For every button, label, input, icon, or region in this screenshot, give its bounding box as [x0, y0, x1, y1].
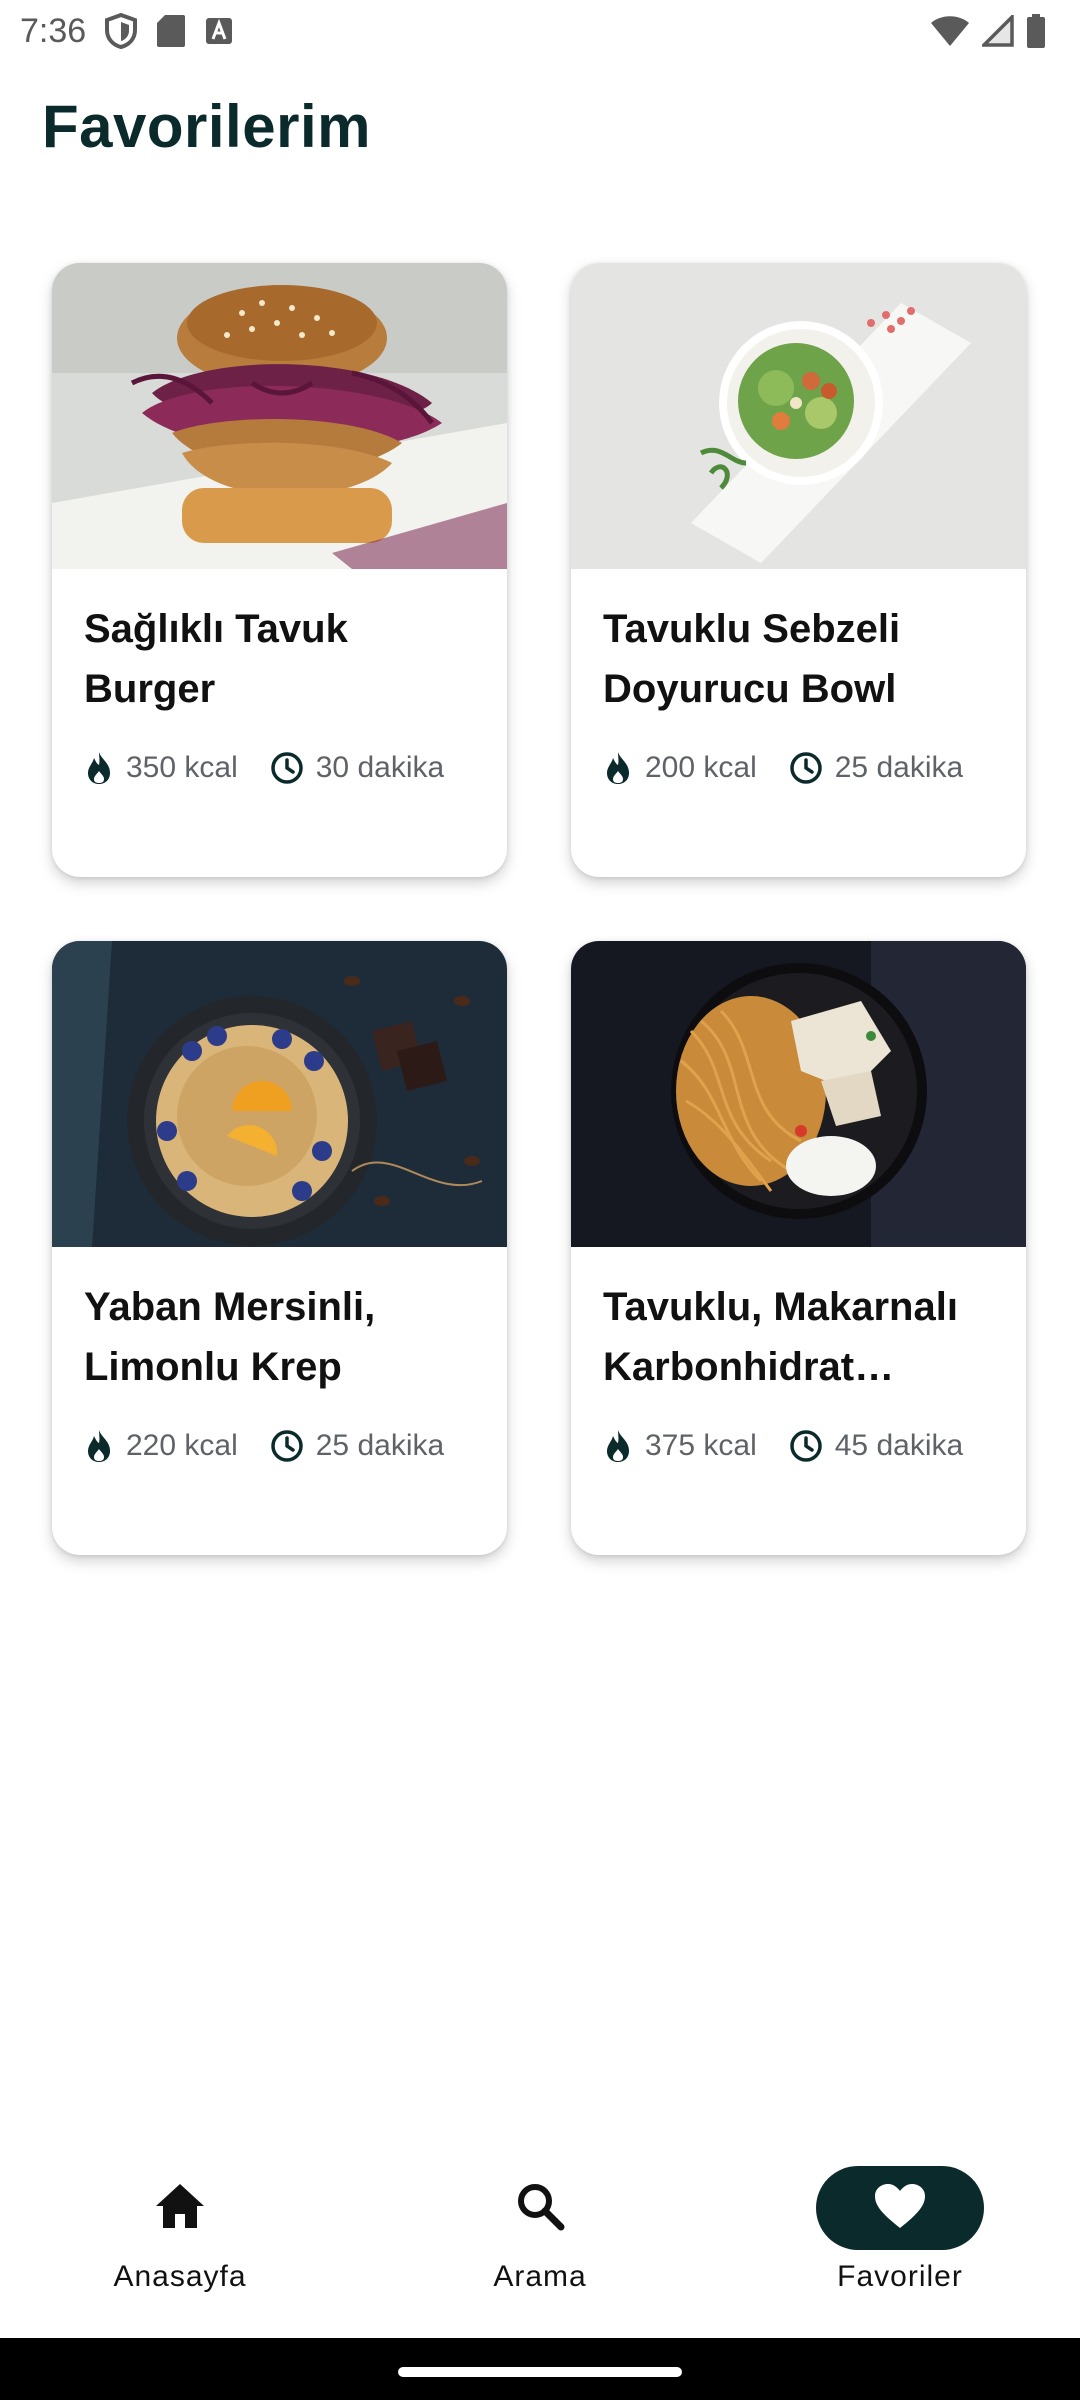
duration-text: 25 dakika	[834, 751, 964, 784]
favorites-grid: Sağlıklı Tavuk Burger 350 kcal 30 dakika	[52, 263, 1027, 1555]
recipe-image	[52, 263, 507, 569]
sd-card-icon	[156, 14, 186, 48]
calories-info: 200 kcal	[603, 751, 757, 785]
recipe-meta: 375 kcal 45 dakika	[603, 1429, 994, 1463]
recipe-card[interactable]: Tavuklu, Makarnalı Karbonhidrat Deposu 3…	[571, 941, 1026, 1555]
search-icon	[515, 2181, 565, 2236]
duration-text: 30 dakika	[315, 751, 445, 784]
duration-text: 45 dakika	[834, 1429, 964, 1462]
duration-info: 25 dakika	[270, 1429, 444, 1463]
keyboard-a-icon	[204, 16, 234, 46]
recipe-title: Sağlıklı Tavuk Burger	[84, 607, 348, 711]
nav-icon-container	[816, 2166, 984, 2250]
recipe-meta: 350 kcal 30 dakika	[84, 751, 475, 785]
status-bar: 7:36	[0, 0, 1080, 62]
recipe-card[interactable]: Yaban Mersinli, Limonlu Krep 220 kcal 25…	[52, 941, 507, 1555]
recipe-card[interactable]: Tavuklu Sebzeli Doyurucu Bowl 200 kcal 2…	[571, 263, 1026, 877]
calories-text: 350 kcal	[126, 751, 238, 784]
heart-icon	[873, 2182, 927, 2235]
nav-label: Anasayfa	[113, 2260, 247, 2293]
battery-icon	[1026, 14, 1046, 48]
recipe-title: Tavuklu Sebzeli Doyurucu Bowl	[603, 607, 901, 711]
calories-text: 375 kcal	[645, 1429, 757, 1462]
page-title: Favorilerim	[42, 93, 371, 160]
wifi-icon	[930, 15, 970, 47]
recipe-meta: 200 kcal 25 dakika	[603, 751, 994, 785]
nav-icon-container	[96, 2166, 264, 2250]
recipe-card[interactable]: Sağlıklı Tavuk Burger 350 kcal 30 dakika	[52, 263, 507, 877]
flame-icon	[603, 1429, 633, 1463]
nav-icon-container	[456, 2166, 624, 2250]
shield-icon	[104, 13, 138, 49]
calories-text: 200 kcal	[645, 751, 757, 784]
recipe-card-body: Tavuklu Sebzeli Doyurucu Bowl 200 kcal 2…	[571, 569, 1026, 785]
recipe-card-body: Tavuklu, Makarnalı Karbonhidrat Deposu 3…	[571, 1247, 1026, 1463]
recipe-image	[571, 263, 1026, 569]
recipe-card-body: Sağlıklı Tavuk Burger 350 kcal 30 dakika	[52, 569, 507, 785]
nav-item-search[interactable]: Arama	[390, 2166, 690, 2294]
nav-item-favorites[interactable]: Favoriler	[750, 2166, 1050, 2294]
clock-icon	[789, 751, 823, 785]
recipe-image	[571, 941, 1026, 1247]
home-gesture-handle[interactable]	[398, 2367, 682, 2377]
nav-label: Arama	[493, 2260, 587, 2293]
clock-icon	[270, 751, 304, 785]
home-icon	[154, 2182, 206, 2235]
calories-info: 350 kcal	[84, 751, 238, 785]
duration-info: 30 dakika	[270, 751, 444, 785]
calories-text: 220 kcal	[126, 1429, 238, 1462]
flame-icon	[603, 751, 633, 785]
status-right	[930, 14, 1058, 48]
recipe-image	[52, 941, 507, 1247]
flame-icon	[84, 751, 114, 785]
status-time: 7:36	[20, 11, 87, 50]
clock-icon	[789, 1429, 823, 1463]
calories-info: 220 kcal	[84, 1429, 238, 1463]
recipe-meta: 220 kcal 25 dakika	[84, 1429, 475, 1463]
signal-icon	[982, 15, 1014, 47]
duration-info: 25 dakika	[789, 751, 963, 785]
recipe-card-body: Yaban Mersinli, Limonlu Krep 220 kcal 25…	[52, 1247, 507, 1463]
calories-info: 375 kcal	[603, 1429, 757, 1463]
status-left: 7:36	[20, 12, 234, 51]
duration-text: 25 dakika	[315, 1429, 445, 1462]
nav-item-home[interactable]: Anasayfa	[30, 2166, 330, 2294]
recipe-title: Yaban Mersinli, Limonlu Krep	[84, 1285, 376, 1389]
duration-info: 45 dakika	[789, 1429, 963, 1463]
recipe-title: Tavuklu, Makarnalı Karbonhidrat Deposu	[603, 1285, 958, 1389]
system-gesture-bar	[0, 2338, 1080, 2400]
nav-label: Favoriler	[837, 2260, 963, 2293]
flame-icon	[84, 1429, 114, 1463]
bottom-nav: Anasayfa Arama Favoriler	[0, 2140, 1080, 2338]
clock-icon	[270, 1429, 304, 1463]
